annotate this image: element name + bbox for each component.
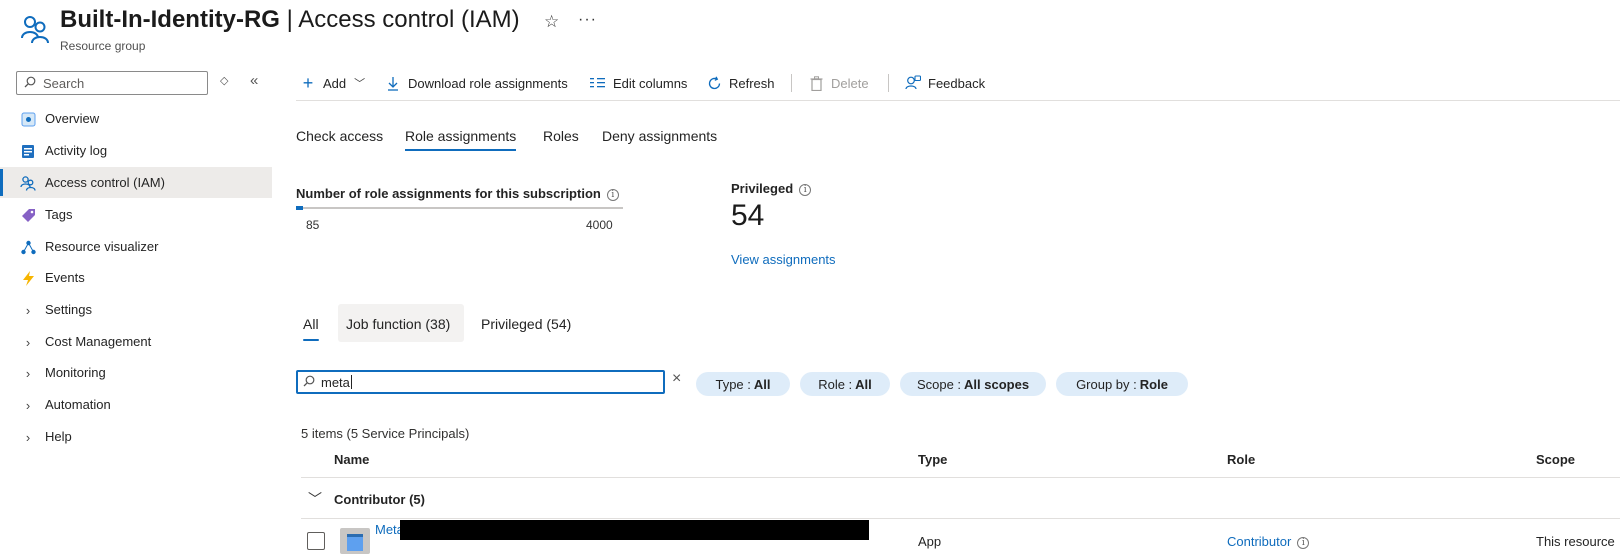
sidebar-item-help[interactable]: › Help	[0, 421, 272, 452]
assignments-progress-bar	[296, 206, 623, 210]
search-icon	[303, 375, 315, 387]
toolbar-separator	[791, 74, 792, 92]
redaction-bar	[400, 520, 869, 540]
row-type: App	[918, 534, 942, 549]
chevron-right-icon: ›	[25, 397, 31, 413]
filter-pill-role[interactable]: Role : All	[800, 372, 890, 396]
page-title: Built-In-Identity-RG | Access control (I…	[60, 6, 520, 33]
add-button[interactable]: + Add ﹀	[300, 73, 365, 93]
page-subtitle: Resource group	[60, 39, 146, 53]
app-icon	[340, 528, 370, 554]
column-header-type[interactable]: Type	[918, 452, 947, 467]
info-icon[interactable]: i	[799, 184, 812, 196]
assignments-max: 4000	[586, 218, 613, 232]
overview-icon	[20, 111, 36, 127]
delete-button[interactable]: Delete	[808, 73, 869, 93]
tab-role-assignments[interactable]: Role assignments	[405, 128, 517, 151]
toolbar-divider	[296, 100, 1620, 101]
row-role: Contributor i	[1227, 534, 1310, 549]
sidebar-item-settings[interactable]: › Settings	[0, 294, 272, 325]
refresh-button[interactable]: Refresh	[706, 73, 775, 93]
sidebar-item-overview[interactable]: Overview	[0, 103, 272, 134]
chevron-right-icon: ›	[25, 429, 31, 445]
columns-icon	[590, 75, 606, 91]
sidebar-item-cost-management[interactable]: › Cost Management	[0, 326, 272, 357]
view-assignments-link[interactable]: View assignments	[731, 252, 836, 267]
sidebar-item-activity-log[interactable]: Activity log	[0, 135, 272, 166]
clear-search-icon[interactable]: ×	[672, 370, 681, 388]
assignments-count-label: Number of role assignments for this subs…	[296, 186, 619, 201]
row-scope: This resource	[1536, 534, 1615, 549]
chevron-right-icon: ›	[25, 302, 31, 318]
feedback-button[interactable]: Feedback	[905, 73, 985, 93]
info-icon[interactable]: i	[606, 189, 619, 201]
row-role-link[interactable]: Contributor	[1227, 534, 1291, 549]
star-icon[interactable]: ☆	[544, 12, 559, 32]
chevron-down-icon: ﹀	[354, 78, 366, 90]
more-icon[interactable]: ···	[578, 11, 597, 29]
tab-roles[interactable]: Roles	[543, 128, 579, 144]
sidebar-item-access-control[interactable]: Access control (IAM)	[0, 167, 272, 198]
chevron-right-icon: ›	[25, 334, 31, 350]
activity-log-icon	[20, 143, 36, 159]
column-header-name[interactable]: Name	[334, 452, 369, 467]
feedback-icon	[905, 75, 921, 91]
people-icon	[21, 16, 49, 44]
group-divider	[301, 518, 1620, 519]
items-summary: 5 items (5 Service Principals)	[301, 426, 470, 441]
privileged-count: 54	[731, 199, 765, 232]
column-header-scope[interactable]: Scope	[1536, 452, 1575, 467]
search-input[interactable]: meta	[296, 370, 665, 394]
hierarchy-icon	[20, 239, 36, 255]
download-role-assignments-button[interactable]: Download role assignments	[385, 73, 568, 93]
sidebar-item-resource-visualizer[interactable]: Resource visualizer	[0, 231, 272, 262]
sort-updown-icon[interactable]: ◇	[220, 74, 228, 87]
plus-icon: +	[302, 72, 314, 93]
sidebar-item-automation[interactable]: › Automation	[0, 389, 272, 420]
group-header-contributor[interactable]: Contributor (5)	[334, 492, 425, 507]
search-value: meta	[321, 375, 350, 390]
sidebar-item-monitoring[interactable]: › Monitoring	[0, 357, 272, 388]
filter-pill-type[interactable]: Type : All	[696, 372, 790, 396]
tab-check-access[interactable]: Check access	[296, 128, 383, 144]
sidebar-item-events[interactable]: Events	[0, 262, 272, 293]
trash-icon	[808, 75, 824, 91]
collapse-sidebar-icon[interactable]: «	[250, 72, 258, 89]
filter-pill-scope[interactable]: Scope : All scopes	[900, 372, 1046, 396]
lightning-icon	[20, 270, 36, 286]
info-icon[interactable]: i	[1297, 537, 1310, 549]
filter-pill-group-by[interactable]: Group by : Role	[1056, 372, 1188, 396]
row-checkbox[interactable]	[307, 532, 325, 550]
sidebar-search-input[interactable]: Search	[16, 71, 208, 95]
download-icon	[385, 75, 401, 91]
chevron-down-icon[interactable]: ﹀	[308, 489, 322, 509]
sidebar-search-placeholder: Search	[43, 76, 85, 91]
people-icon	[20, 175, 36, 191]
toolbar-separator	[888, 74, 889, 92]
filter-tab-job-function[interactable]: Job function (38)	[346, 316, 450, 332]
edit-columns-button[interactable]: Edit columns	[590, 73, 687, 93]
privileged-label: Privileged i	[731, 181, 812, 196]
filter-tab-privileged[interactable]: Privileged (54)	[481, 316, 571, 332]
assignments-current: 85	[306, 218, 320, 232]
assignments-progress-fill	[296, 206, 303, 210]
refresh-icon	[706, 75, 722, 91]
search-icon	[24, 76, 36, 88]
sidebar-item-tags[interactable]: Tags	[0, 199, 272, 230]
tag-icon	[20, 207, 36, 223]
tab-deny-assignments[interactable]: Deny assignments	[602, 128, 717, 144]
chevron-right-icon: ›	[25, 365, 31, 381]
filter-tab-all[interactable]: All	[303, 316, 319, 341]
column-header-role[interactable]: Role	[1227, 452, 1255, 467]
header-divider	[301, 477, 1620, 478]
